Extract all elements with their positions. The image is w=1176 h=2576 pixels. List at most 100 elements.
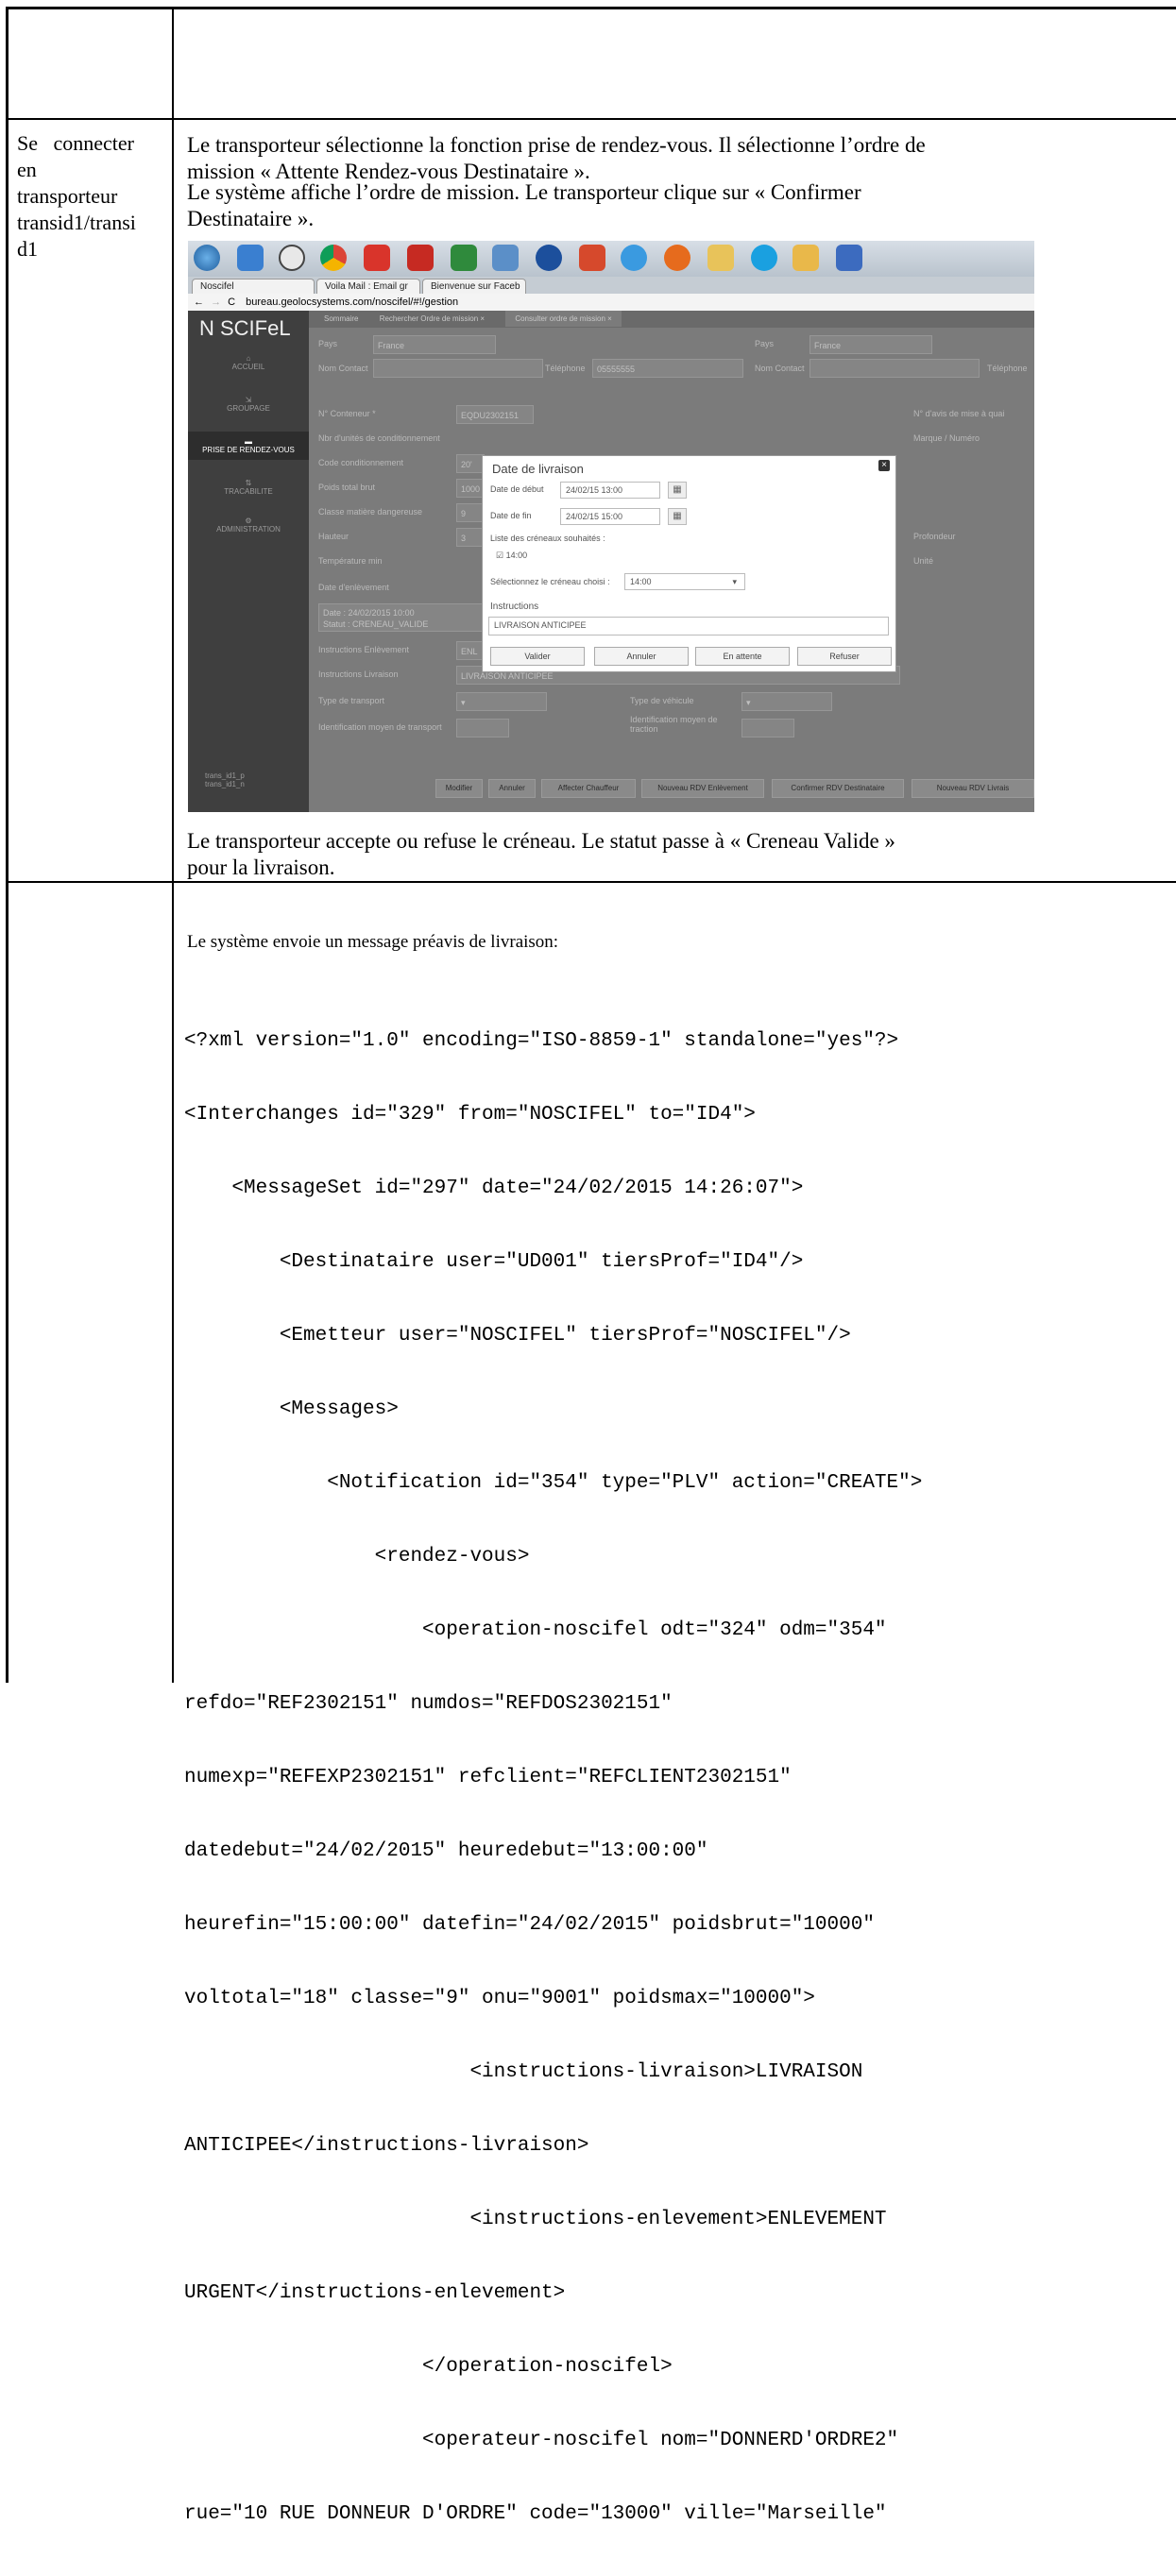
modifier-button[interactable]: Modifier [435, 779, 483, 798]
sidebar-item-groupage[interactable]: ⇲ GROUPAGE [188, 396, 309, 413]
confirmer-rdv-destinataire-button[interactable]: Confirmer RDV Destinataire [772, 779, 904, 798]
field-label: Code conditionnement [318, 458, 404, 467]
step-label: Se connecter en transporteur transid1/tr… [17, 130, 168, 263]
embedded-screenshot: Noscifel Voila Mail : Email gr Bienvenue… [188, 241, 1034, 812]
creneau-checkbox[interactable]: ☑ 14:00 [496, 551, 527, 561]
valider-button[interactable]: Valider [490, 647, 585, 666]
code-cond-input[interactable]: 20' [456, 454, 485, 473]
chrome-icon [320, 245, 347, 271]
nom-contact-input-2[interactable] [810, 359, 980, 378]
conteneur-input[interactable]: EQDU2302151 [456, 405, 534, 424]
field-label: Téléphone [987, 364, 1028, 373]
address-bar[interactable]: ← → C bureau.geolocsystems.com/noscifel/… [188, 294, 1034, 312]
dialog-title: Date de livraison [492, 462, 584, 476]
field-label: Téléphone [545, 364, 586, 373]
date-debut-label: Date de début [490, 484, 544, 494]
table-left-border [6, 7, 9, 1683]
checkbox-icon[interactable]: ☑ [496, 551, 503, 560]
xml-line: <Destinataire user="UD001" tiersProf="ID… [184, 1251, 804, 1273]
affecter-chauffeur-button[interactable]: Affecter Chauffeur [541, 779, 636, 798]
pays-select-2[interactable]: France [810, 335, 932, 354]
xml-line: <?xml version="1.0" encoding="ISO-8859-1… [184, 1030, 899, 1052]
xml-line: refdo="REF2302151" numdos="REFDOS2302151… [184, 1693, 673, 1715]
field-label: Identification moyen de traction [630, 715, 718, 734]
field-label: Instructions Livraison [318, 669, 399, 679]
annuler-button[interactable]: Annuler [594, 647, 689, 666]
firefox-icon [664, 245, 690, 271]
nouveau-rdv-enlevement-button[interactable]: Nouveau RDV Enlèvement [641, 779, 764, 798]
browser-tab[interactable]: Noscifel [192, 279, 315, 294]
nom-contact-input[interactable] [373, 359, 543, 378]
sidebar-item-administration[interactable]: ⚙ ADMINISTRATION [188, 517, 309, 534]
xml-line: rue="10 RUE DONNEUR D'ORDRE" code="13000… [184, 2503, 887, 2525]
refuser-button[interactable]: Refuser [797, 647, 892, 666]
tab-sommaire[interactable]: Sommaire [324, 314, 358, 323]
user-icon [536, 245, 562, 271]
calendar-icon[interactable]: ▦ [668, 482, 687, 499]
annuler-button[interactable]: Annuler [488, 779, 536, 798]
row2-intro: Le système envoie un message préavis de … [187, 932, 559, 952]
type-transport-select[interactable]: ▾ [456, 692, 547, 711]
step-label-line: Se connecter [17, 131, 134, 155]
paragraph-line: Destinataire ». [187, 207, 315, 230]
xml-line: </operation-noscifel> [184, 2356, 673, 2378]
paragraph-line: Le transporteur sélectionne la fonction … [187, 133, 926, 157]
browser-tab[interactable]: Voila Mail : Email gr [316, 279, 420, 294]
statut-text: Statut : CRENEAU_VALIDE [323, 619, 429, 629]
field-label: Nom Contact [318, 364, 368, 373]
step-label-line: transid1/transi [17, 211, 136, 234]
date-debut-input[interactable]: 24/02/15 13:00 [560, 482, 660, 499]
step-label-line: en [17, 158, 37, 181]
field-label: N° d'avis de mise à quai [913, 409, 1005, 418]
field-label: Hauteur [318, 532, 349, 541]
instructions-input[interactable]: LIVRAISON ANTICIPEE [488, 617, 889, 636]
field-label: Marque / Numéro [913, 433, 980, 443]
classe-input[interactable]: 9 [456, 503, 485, 522]
row-divider-1 [6, 118, 1176, 120]
xml-line: datedebut="24/02/2015" heuredebut="13:00… [184, 1840, 708, 1862]
xml-line: ANTICIPEE</instructions-livraison> [184, 2135, 589, 2157]
forward-icon[interactable]: → [211, 297, 221, 308]
sidebar: N SCIFeL ⌂ ACCUEIL ⇲ GROUPAGE ▬ PRISE DE RE… [188, 311, 309, 812]
paragraph-line: pour la livraison. [187, 856, 335, 879]
back-icon[interactable]: ← [194, 297, 204, 308]
instr-enl-input[interactable]: ENL [456, 641, 485, 660]
tab-rechercher[interactable]: Rechercher Ordre de mission × [380, 314, 485, 323]
en-attente-button[interactable]: En attente [695, 647, 790, 666]
creneau-select[interactable]: 14:00 ▾ [624, 573, 745, 590]
pdf-icon [407, 245, 434, 271]
excel-icon [451, 245, 477, 271]
skype-icon [751, 245, 777, 271]
outlook-icon [793, 245, 819, 271]
date-fin-input[interactable]: 24/02/15 15:00 [560, 508, 660, 525]
telephone-input[interactable]: 05555555 [592, 359, 743, 378]
calendar-icon[interactable]: ▦ [668, 508, 687, 525]
xml-line: voltotal="18" classe="9" onu="9001" poid… [184, 1988, 815, 2009]
type-vehicule-select[interactable]: ▾ [741, 692, 832, 711]
xml-line: <Emetteur user="NOSCIFEL" tiersProf="NOS… [184, 1325, 851, 1347]
field-label: Température min [318, 556, 383, 566]
field-label: Type de transport [318, 696, 385, 705]
url-text[interactable]: bureau.geolocsystems.com/noscifel/#!/ges… [246, 297, 458, 308]
date-fin-label: Date de fin [490, 511, 532, 520]
ident-traction-input[interactable] [741, 719, 794, 737]
ident-moyen-input[interactable] [456, 719, 509, 737]
nouveau-rdv-livraison-button[interactable]: Nouveau RDV Livrais [912, 779, 1034, 798]
close-icon[interactable]: × [878, 460, 890, 471]
tab-consulter[interactable]: Consulter ordre de mission × [505, 311, 622, 327]
field-label: Unité [913, 556, 934, 566]
xml-line: numexp="REFEXP2302151" refclient="REFCLI… [184, 1767, 792, 1788]
hauteur-input[interactable]: 3 [456, 528, 485, 547]
poids-input[interactable]: 1000 [456, 479, 485, 498]
pays-select[interactable]: France [373, 335, 496, 354]
sidebar-item-tracabilite[interactable]: ⇅ TRACABILITE [188, 479, 309, 496]
field-label: Pays [755, 339, 775, 348]
reload-icon[interactable]: C [228, 297, 235, 308]
sidebar-item-accueil[interactable]: ⌂ ACCUEIL [188, 354, 309, 371]
sidebar-item-rendez-vous[interactable]: ▬ PRISE DE RENDEZ-VOUS [188, 432, 309, 460]
start-icon [194, 245, 220, 271]
paragraph-line: Le système affiche l’ordre de mission. L… [187, 180, 861, 204]
browser-tab[interactable]: Bienvenue sur Faceb [422, 279, 526, 294]
xml-line: <operateur-noscifel nom="DONNERD'ORDRE2" [184, 2430, 899, 2451]
media-icon [237, 245, 264, 271]
